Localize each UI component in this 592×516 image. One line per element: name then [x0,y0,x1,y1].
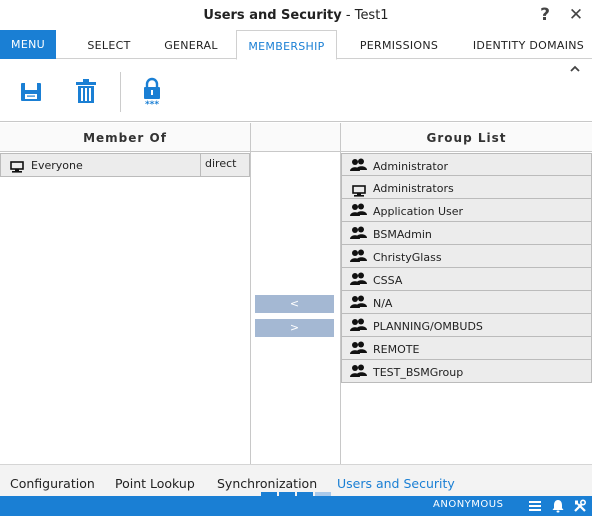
group-list-item[interactable]: CSSA [341,268,592,291]
group-name: REMOTE [373,343,420,356]
tab-identity-domains[interactable]: IDENTITY DOMAINS [465,30,592,60]
group-list: Administrator Administrators Application U… [341,153,592,383]
group-name: Administrator [373,160,448,173]
transfer-header [251,123,340,152]
group-list-item[interactable]: REMOTE [341,337,592,360]
group-name: PLANNING/OMBUDS [373,320,483,333]
group-list-item[interactable]: N/A [341,291,592,314]
group-name: TEST_BSMGroup [373,366,464,379]
group-list-panel: Group List Administrator Administrators Ap… [341,123,592,464]
group-list-item[interactable]: TEST_BSMGroup [341,360,592,383]
group-name: Application User [373,205,464,218]
window-title-main: Users and Security [203,8,342,23]
group-name: Administrators [373,182,454,195]
close-button[interactable]: ✕ [566,5,586,25]
password-icon: *** [144,77,160,110]
nav-point-lookup[interactable]: Point Lookup [115,476,195,491]
group-list-header: Group List [341,123,592,152]
group-list-item[interactable]: Application User [341,199,592,222]
bell-icon[interactable] [550,498,566,514]
change-password-button[interactable]: *** [138,76,166,110]
member-type: direct [205,157,237,170]
tab-membership[interactable]: MEMBERSHIP [236,30,337,60]
nav-configuration[interactable]: Configuration [10,476,95,491]
group-list-item[interactable]: Administrators [341,176,592,199]
group-list-item[interactable]: PLANNING/OMBUDS [341,314,592,337]
save-button[interactable] [18,76,44,106]
group-name: ChristyGlass [373,251,442,264]
nav-synchronization[interactable]: Synchronization [217,476,317,491]
users-icon [350,363,367,389]
delete-icon [76,79,96,103]
tab-permissions[interactable]: PERMISSIONS [345,30,453,60]
member-of-header: Member Of [0,123,250,152]
tab-select[interactable]: SELECT [70,30,148,60]
tab-bar: MENU SELECT GENERAL MEMBERSHIP PERMISSIO… [0,30,592,60]
menu-button[interactable]: MENU [0,30,56,59]
member-of-panel: Member Of Everyone direct [0,123,251,464]
group-name: BSMAdmin [373,228,432,241]
password-mask: *** [145,100,159,108]
toolbar: *** [0,60,592,122]
remove-from-group-button[interactable]: > [255,319,334,337]
status-bar: ANONYMOUS [0,496,592,516]
save-icon [21,83,41,101]
window-title: Users and Security - Test1 [0,8,592,23]
title-bar: Users and Security - Test1 ? ✕ [0,0,592,30]
chevron-up-icon [570,65,580,72]
group-name: N/A [373,297,393,310]
group-list-item[interactable]: BSMAdmin [341,222,592,245]
nav-users-and-security[interactable]: Users and Security [337,476,455,491]
add-to-group-button[interactable]: < [255,295,334,313]
toolbar-separator [120,72,121,112]
member-name: Everyone [1,154,201,176]
collapse-button[interactable] [568,63,582,78]
window-title-context: - Test1 [341,8,389,23]
current-user: ANONYMOUS [433,499,504,510]
menu-icon[interactable] [527,498,543,514]
member-row[interactable]: Everyone direct [0,153,250,177]
bottom-nav: Configuration Point Lookup Synchronizati… [0,464,592,496]
group-list-item[interactable]: Administrator [341,153,592,176]
group-name: CSSA [373,274,403,287]
group-list-item[interactable]: ChristyGlass [341,245,592,268]
tab-general[interactable]: GENERAL [148,30,234,60]
tools-icon[interactable] [572,498,588,514]
help-button[interactable]: ? [535,5,555,25]
delete-button[interactable] [73,76,99,106]
transfer-panel: < > [251,123,341,464]
